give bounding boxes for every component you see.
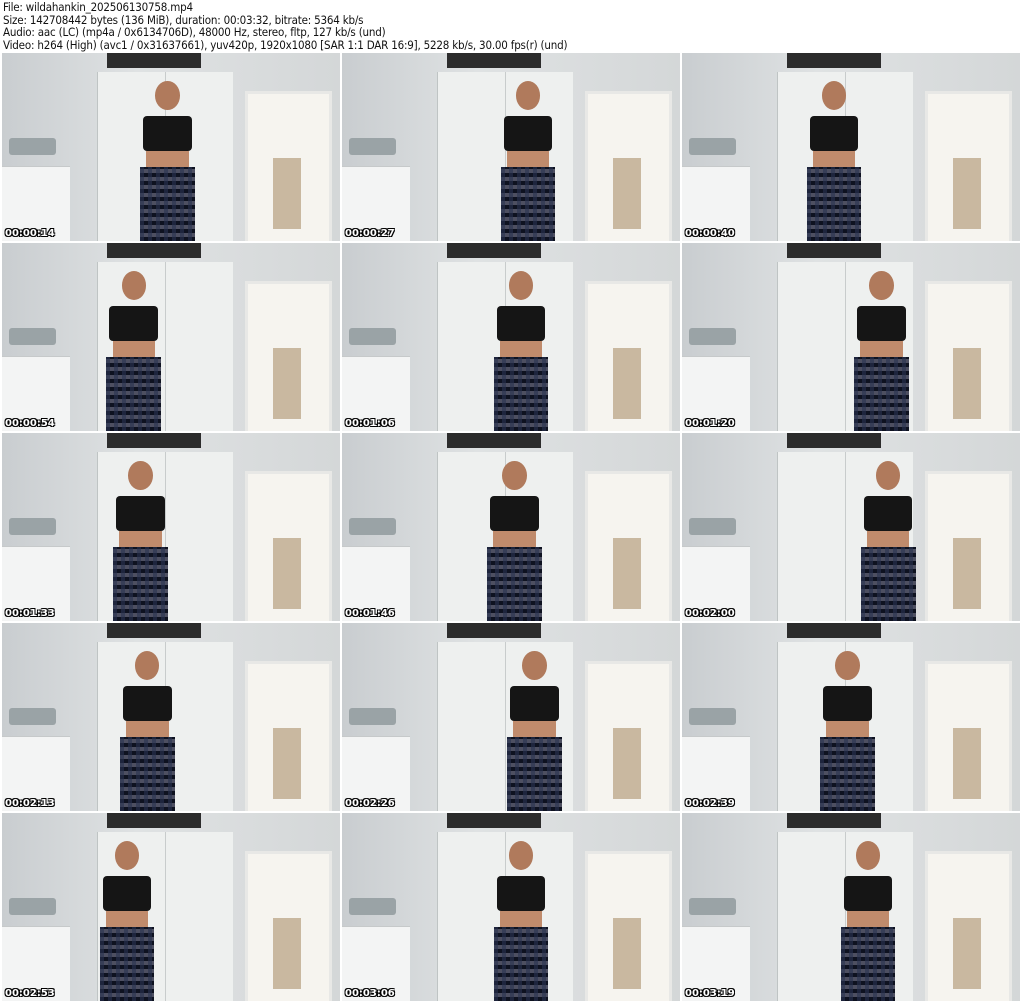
person (504, 651, 565, 811)
timestamp: 00:02:39 (685, 798, 735, 809)
video-thumbnail[interactable]: 00:02:13 (2, 623, 340, 811)
file-name: File: wildahankin_202506130758.mp4 (3, 0, 193, 14)
video-info: Video: h264 (High) (avc1 / 0x31637661), … (3, 37, 568, 52)
timestamp: 00:03:19 (685, 988, 735, 999)
doorway (585, 470, 673, 621)
person (497, 81, 558, 241)
person (491, 271, 552, 431)
person (804, 81, 865, 241)
doorway (585, 850, 673, 1001)
doorway (925, 90, 1013, 241)
device (8, 897, 57, 915)
device (688, 137, 737, 155)
device (688, 327, 737, 345)
box-on-cabinet (446, 813, 542, 829)
box-on-cabinet (106, 813, 202, 829)
person (110, 461, 171, 621)
person (491, 841, 552, 1001)
person (484, 461, 545, 621)
video-thumbnail[interactable]: 00:03:19 (682, 813, 1020, 1001)
video-thumbnail[interactable]: 00:03:06 (342, 813, 680, 1001)
box-on-cabinet (786, 813, 882, 829)
device (688, 897, 737, 915)
doorway (925, 660, 1013, 811)
person (103, 271, 164, 431)
box-on-cabinet (786, 53, 882, 69)
device (8, 137, 57, 155)
timestamp: 00:03:06 (345, 988, 395, 999)
person (817, 651, 878, 811)
video-thumbnail[interactable]: 00:01:20 (682, 243, 1020, 431)
box-on-cabinet (446, 243, 542, 259)
timestamp: 00:02:26 (345, 798, 395, 809)
doorway (245, 850, 333, 1001)
box-on-cabinet (446, 53, 542, 69)
doorway (245, 280, 333, 431)
timestamp: 00:02:00 (685, 608, 735, 619)
doorway (925, 280, 1013, 431)
person (837, 841, 898, 1001)
doorway (925, 470, 1013, 621)
timestamp: 00:01:06 (345, 418, 395, 429)
device (8, 517, 57, 535)
timestamp: 00:00:14 (5, 228, 55, 239)
device (688, 517, 737, 535)
person (137, 81, 198, 241)
person (851, 271, 912, 431)
timestamp: 00:01:46 (345, 608, 395, 619)
box-on-cabinet (106, 433, 202, 449)
timestamp: 00:00:27 (345, 228, 395, 239)
video-thumbnail[interactable]: 00:01:33 (2, 433, 340, 621)
video-thumbnail[interactable]: 00:00:14 (2, 53, 340, 241)
video-thumbnail[interactable]: 00:00:54 (2, 243, 340, 431)
timestamp: 00:02:13 (5, 798, 55, 809)
device (348, 897, 397, 915)
person (97, 841, 158, 1001)
timestamp: 00:00:54 (5, 418, 55, 429)
box-on-cabinet (106, 243, 202, 259)
box-on-cabinet (786, 433, 882, 449)
device (348, 517, 397, 535)
device (348, 137, 397, 155)
doorway (245, 90, 333, 241)
video-thumbnail[interactable]: 00:00:40 (682, 53, 1020, 241)
audio-info: Audio: aac (LC) (mp4a / 0x6134706D), 480… (3, 25, 386, 40)
timestamp: 00:01:20 (685, 418, 735, 429)
device (8, 707, 57, 725)
timestamp: 00:00:40 (685, 228, 735, 239)
doorway (585, 280, 673, 431)
box-on-cabinet (106, 53, 202, 69)
video-thumbnail[interactable]: 00:01:06 (342, 243, 680, 431)
device (348, 707, 397, 725)
device (348, 327, 397, 345)
box-on-cabinet (106, 623, 202, 639)
doorway (585, 90, 673, 241)
person (858, 461, 919, 621)
box-on-cabinet (446, 623, 542, 639)
box-on-cabinet (786, 623, 882, 639)
timestamp: 00:02:53 (5, 988, 55, 999)
doorway (245, 660, 333, 811)
video-thumbnail[interactable]: 00:02:53 (2, 813, 340, 1001)
video-thumbnail[interactable]: 00:01:46 (342, 433, 680, 621)
person (117, 651, 178, 811)
timestamp: 00:01:33 (5, 608, 55, 619)
doorway (925, 850, 1013, 1001)
doorway (585, 660, 673, 811)
doorway (245, 470, 333, 621)
device (8, 327, 57, 345)
box-on-cabinet (786, 243, 882, 259)
video-thumbnail[interactable]: 00:00:27 (342, 53, 680, 241)
video-thumbnail[interactable]: 00:02:39 (682, 623, 1020, 811)
file-info-header: File: wildahankin_202506130758.mp4 Size:… (3, 0, 568, 52)
video-thumbnail[interactable]: 00:02:00 (682, 433, 1020, 621)
video-thumbnail[interactable]: 00:02:26 (342, 623, 680, 811)
thumbnail-grid: 00:00:14 00:00:27 00:00:40 00:00:54 00:0… (2, 53, 1020, 1001)
device (688, 707, 737, 725)
box-on-cabinet (446, 433, 542, 449)
